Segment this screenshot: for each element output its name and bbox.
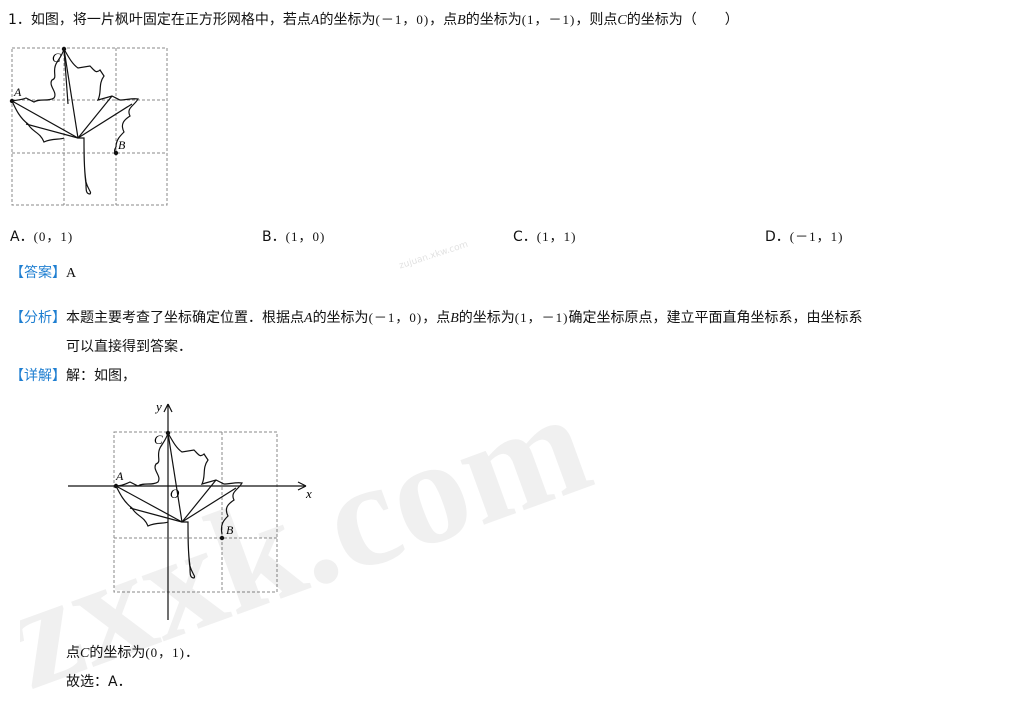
conclusion-point-c: C [80, 646, 90, 661]
coord-b: (1，－1) [521, 12, 576, 27]
point-c-dot [61, 46, 67, 52]
detail-text: 解：如图， [66, 368, 136, 384]
question-text-4: 的坐标为 [465, 12, 522, 28]
option-d-value: (－1，1) [789, 229, 844, 244]
fig1-label-a: A [13, 85, 22, 99]
answer-line: 【答案】A [10, 262, 76, 282]
conclusion-line: 点C的坐标为(0，1)． [66, 642, 199, 662]
analysis-text-1c: ，点 [422, 310, 451, 326]
fig2-label-c: C [154, 432, 163, 447]
question-sep: ． [16, 12, 31, 28]
fig2-label-a: A [115, 469, 124, 483]
option-a[interactable]: A．(0，1) [10, 226, 73, 246]
analysis-text-1e: 确定坐标原点，建立平面直角坐标系，由坐标系 [568, 310, 863, 326]
option-b-value: (1，0) [285, 229, 326, 244]
fig1-label-c: C [52, 50, 61, 65]
option-b-letter: B． [262, 229, 286, 245]
fig2-point-b-dot [219, 535, 225, 541]
question-text-1: 如图，将一片枫叶固定在正方形网格中，若点 [30, 12, 311, 28]
analysis-text-1b: 的坐标为 [312, 310, 369, 326]
option-d[interactable]: D．(－1，1) [765, 226, 843, 246]
fig2-label-b: B [226, 523, 234, 537]
detail-tag: 【详解】 [10, 368, 66, 384]
option-d-letter: D． [765, 229, 790, 245]
fig2-y-label: y [154, 399, 162, 414]
fig1-label-b: B [118, 138, 126, 152]
analysis-text-1a: 本题主要考查了坐标确定位置．根据点 [66, 310, 304, 326]
conclusion-text-c: ． [185, 645, 200, 661]
analysis-line-1: 【分析】本题主要考查了坐标确定位置．根据点A的坐标为(－1，0)，点B的坐标为(… [10, 307, 862, 327]
choice-line: 故选：A． [66, 674, 132, 690]
option-c[interactable]: C．(1，1) [513, 226, 576, 246]
fig2-grid-lines [113, 431, 278, 593]
question-text-3: ，点 [429, 12, 458, 28]
option-c-letter: C． [513, 229, 537, 245]
fig2-leaf-outline [115, 432, 243, 579]
answer-tag: 【答案】 [10, 265, 66, 281]
point-c-label: C [617, 13, 627, 28]
analysis-tag: 【分析】 [10, 310, 66, 326]
conclusion-text-a: 点 [66, 645, 80, 661]
analysis-point-b: B [450, 311, 459, 326]
question-text-5: ，则点 [575, 12, 618, 28]
point-b-label: B [457, 13, 466, 28]
point-a-dot [9, 98, 15, 104]
fig2-origin-label: O [170, 486, 180, 501]
fig2-point-a-dot [113, 483, 119, 489]
watermark-small: zujuan.xkw.com [398, 239, 470, 272]
analysis-coord-b: (1，－1) [514, 310, 569, 325]
coordinate-figure: y x O C A B [68, 399, 312, 620]
question-number: 1 [8, 12, 17, 28]
fig2-point-c-dot [165, 430, 171, 436]
question-text-2: 的坐标为 [319, 12, 376, 28]
question-line: 1．如图，将一片枫叶固定在正方形网格中，若点A的坐标为(－1，0)，点B的坐标为… [8, 9, 739, 29]
option-a-value: (0，1) [33, 229, 74, 244]
analysis-text-1d: 的坐标为 [458, 310, 515, 326]
option-c-value: (1，1) [536, 229, 577, 244]
detail-line: 【详解】解：如图， [10, 365, 136, 385]
option-a-letter: A． [10, 229, 34, 245]
maple-leaf-outline [11, 48, 139, 195]
conclusion-text-b: 的坐标为 [89, 645, 146, 661]
answer-value: A [66, 266, 77, 281]
analysis-point-a: A [304, 311, 313, 326]
analysis-line-2: 可以直接得到答案． [66, 339, 192, 355]
axes [68, 403, 307, 620]
leaf-grid-figure: C A B [9, 46, 168, 206]
coord-a: (－1，0) [375, 12, 430, 27]
question-text-6: 的坐标为（ ） [626, 12, 739, 28]
conclusion-coord-c: (0，1) [145, 645, 186, 660]
option-b[interactable]: B．(1，0) [262, 226, 325, 246]
analysis-coord-a: (－1，0) [368, 310, 423, 325]
fig2-x-label: x [305, 486, 312, 501]
